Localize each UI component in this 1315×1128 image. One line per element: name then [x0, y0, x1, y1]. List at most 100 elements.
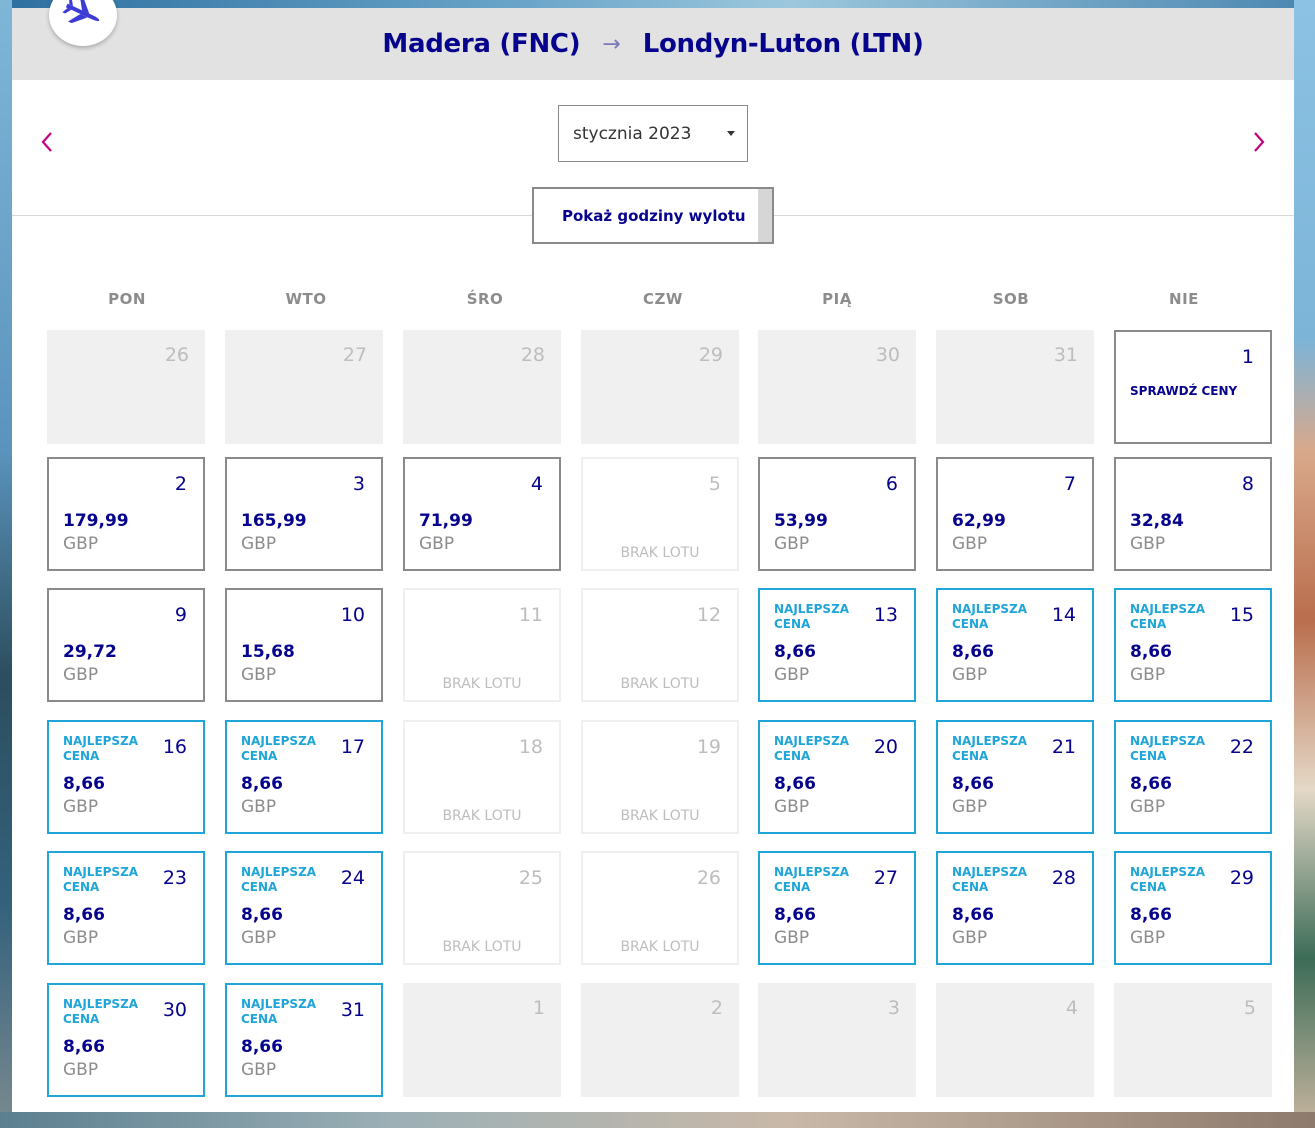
fare-price: 8,66 — [1130, 774, 1172, 794]
best-price-badge: NAJLEPSZA CENA — [774, 602, 850, 631]
calendar-day-cell[interactable]: 3 165,99 GBP — [225, 457, 383, 571]
calendar-day-cell[interactable]: 20 NAJLEPSZA CENA 8,66 GBP — [758, 720, 916, 834]
day-number: 5 — [1243, 997, 1256, 1019]
no-flight-label: BRAK LOTU — [620, 939, 700, 955]
day-number: 9 — [174, 604, 187, 626]
calendar-day-outside-month: 30 — [758, 330, 916, 444]
calendar-day-cell[interactable]: 30 NAJLEPSZA CENA 8,66 GBP — [47, 983, 205, 1097]
calendar-day-cell[interactable]: 6 53,99 GBP — [758, 457, 916, 571]
calendar-day-outside-month: 26 — [47, 330, 205, 444]
day-number: 16 — [162, 736, 187, 758]
weekday-label: WTO — [285, 290, 327, 308]
day-number: 1 — [532, 997, 545, 1019]
fare-currency: GBP — [241, 665, 277, 685]
day-number: 13 — [873, 604, 898, 626]
best-price-badge: NAJLEPSZA CENA — [241, 865, 317, 894]
calendar-day-cell[interactable]: 27 NAJLEPSZA CENA 8,66 GBP — [758, 851, 916, 965]
fare-currency: GBP — [952, 797, 988, 817]
day-number: 3 — [887, 997, 900, 1019]
best-price-badge: NAJLEPSZA CENA — [241, 997, 317, 1026]
calendar-day-cell[interactable]: 14 NAJLEPSZA CENA 8,66 GBP — [936, 588, 1094, 702]
month-select-value: stycznia 2023 — [573, 123, 692, 144]
weekday-label: ŚRO — [466, 290, 504, 308]
day-number: 27 — [342, 344, 367, 366]
day-number: 7 — [1063, 473, 1076, 495]
fare-price: 8,66 — [63, 905, 105, 925]
fare-price: 29,72 — [63, 642, 117, 662]
day-number: 12 — [696, 604, 721, 626]
calendar-day-cell[interactable]: 8 32,84 GBP — [1114, 457, 1272, 571]
calendar-day-cell[interactable]: 21 NAJLEPSZA CENA 8,66 GBP — [936, 720, 1094, 834]
no-flight-label: BRAK LOTU — [442, 808, 522, 824]
best-price-badge: NAJLEPSZA CENA — [774, 734, 850, 763]
fare-currency: GBP — [63, 928, 99, 948]
fare-price: 15,68 — [241, 642, 295, 662]
day-number: 19 — [696, 736, 721, 758]
background-photo-left — [0, 0, 12, 1128]
best-price-badge: NAJLEPSZA CENA — [952, 734, 1028, 763]
no-flight-label: BRAK LOTU — [620, 676, 700, 692]
fare-price: 8,66 — [63, 774, 105, 794]
day-number: 23 — [162, 867, 187, 889]
fare-price: 8,66 — [952, 774, 994, 794]
best-price-badge: NAJLEPSZA CENA — [1130, 602, 1206, 631]
prev-month-button[interactable] — [35, 124, 59, 160]
day-number: 22 — [1229, 736, 1254, 758]
caret-down-icon — [727, 131, 735, 136]
calendar-day-cell[interactable]: 15 NAJLEPSZA CENA 8,66 GBP — [1114, 588, 1272, 702]
best-price-badge: NAJLEPSZA CENA — [1130, 734, 1206, 763]
fare-price: 8,66 — [241, 774, 283, 794]
calendar-day-outside-month: 27 — [225, 330, 383, 444]
show-departure-times-button[interactable]: Pokaż godziny wylotu — [532, 187, 774, 244]
calendar-day-cell: 26 BRAK LOTU — [581, 851, 739, 965]
calendar-day-cell[interactable]: 31 NAJLEPSZA CENA 8,66 GBP — [225, 983, 383, 1097]
calendar-day-cell[interactable]: 1 SPRAWDŹ CENY — [1114, 330, 1272, 444]
fare-currency: GBP — [63, 1060, 99, 1080]
fare-price: 8,66 — [1130, 642, 1172, 662]
fare-currency: GBP — [1130, 928, 1166, 948]
fare-price: 53,99 — [774, 511, 828, 531]
calendar-day-cell: 25 BRAK LOTU — [403, 851, 561, 965]
chevron-right-icon — [1254, 132, 1265, 152]
fare-currency: GBP — [952, 534, 988, 554]
calendar-day-cell[interactable]: 2 179,99 GBP — [47, 457, 205, 571]
fare-price: 71,99 — [419, 511, 473, 531]
fare-currency: GBP — [774, 928, 810, 948]
calendar-day-cell: 19 BRAK LOTU — [581, 720, 739, 834]
calendar-day-cell[interactable]: 23 NAJLEPSZA CENA 8,66 GBP — [47, 851, 205, 965]
airplane-icon — [62, 0, 100, 24]
day-number: 26 — [164, 344, 189, 366]
calendar-day-cell[interactable]: 28 NAJLEPSZA CENA 8,66 GBP — [936, 851, 1094, 965]
month-select[interactable]: stycznia 2023 — [558, 105, 748, 162]
calendar-day-cell[interactable]: 17 NAJLEPSZA CENA 8,66 GBP — [225, 720, 383, 834]
origin-airport: Madera (FNC) — [382, 29, 581, 59]
calendar-day-cell[interactable]: 13 NAJLEPSZA CENA 8,66 GBP — [758, 588, 916, 702]
next-month-button[interactable] — [1247, 124, 1271, 160]
day-number: 30 — [875, 344, 900, 366]
fare-price: 8,66 — [241, 1037, 283, 1057]
calendar-day-cell[interactable]: 24 NAJLEPSZA CENA 8,66 GBP — [225, 851, 383, 965]
calendar-day-cell[interactable]: 16 NAJLEPSZA CENA 8,66 GBP — [47, 720, 205, 834]
calendar-day-cell[interactable]: 29 NAJLEPSZA CENA 8,66 GBP — [1114, 851, 1272, 965]
calendar-day-cell[interactable]: 7 62,99 GBP — [936, 457, 1094, 571]
fare-currency: GBP — [241, 797, 277, 817]
day-number: 26 — [696, 867, 721, 889]
calendar-day-cell[interactable]: 9 29,72 GBP — [47, 588, 205, 702]
calendar-day-cell[interactable]: 22 NAJLEPSZA CENA 8,66 GBP — [1114, 720, 1272, 834]
weekday-label: PON — [108, 290, 146, 308]
fare-price: 8,66 — [774, 642, 816, 662]
day-number: 17 — [340, 736, 365, 758]
background-photo-right — [1294, 0, 1315, 1128]
fare-currency: GBP — [241, 534, 277, 554]
fare-currency: GBP — [63, 665, 99, 685]
calendar-day-outside-month: 1 — [403, 983, 561, 1097]
day-number: 29 — [698, 344, 723, 366]
calendar-day-cell: 18 BRAK LOTU — [403, 720, 561, 834]
calendar-day-outside-month: 3 — [758, 983, 916, 1097]
calendar-day-cell[interactable]: 10 15,68 GBP — [225, 588, 383, 702]
route-header: Madera (FNC) → Londyn-Luton (LTN) — [12, 8, 1294, 80]
check-prices-link[interactable]: SPRAWDŹ CENY — [1130, 384, 1237, 398]
day-number: 4 — [1065, 997, 1078, 1019]
calendar-day-cell[interactable]: 4 71,99 GBP — [403, 457, 561, 571]
day-number: 14 — [1051, 604, 1076, 626]
